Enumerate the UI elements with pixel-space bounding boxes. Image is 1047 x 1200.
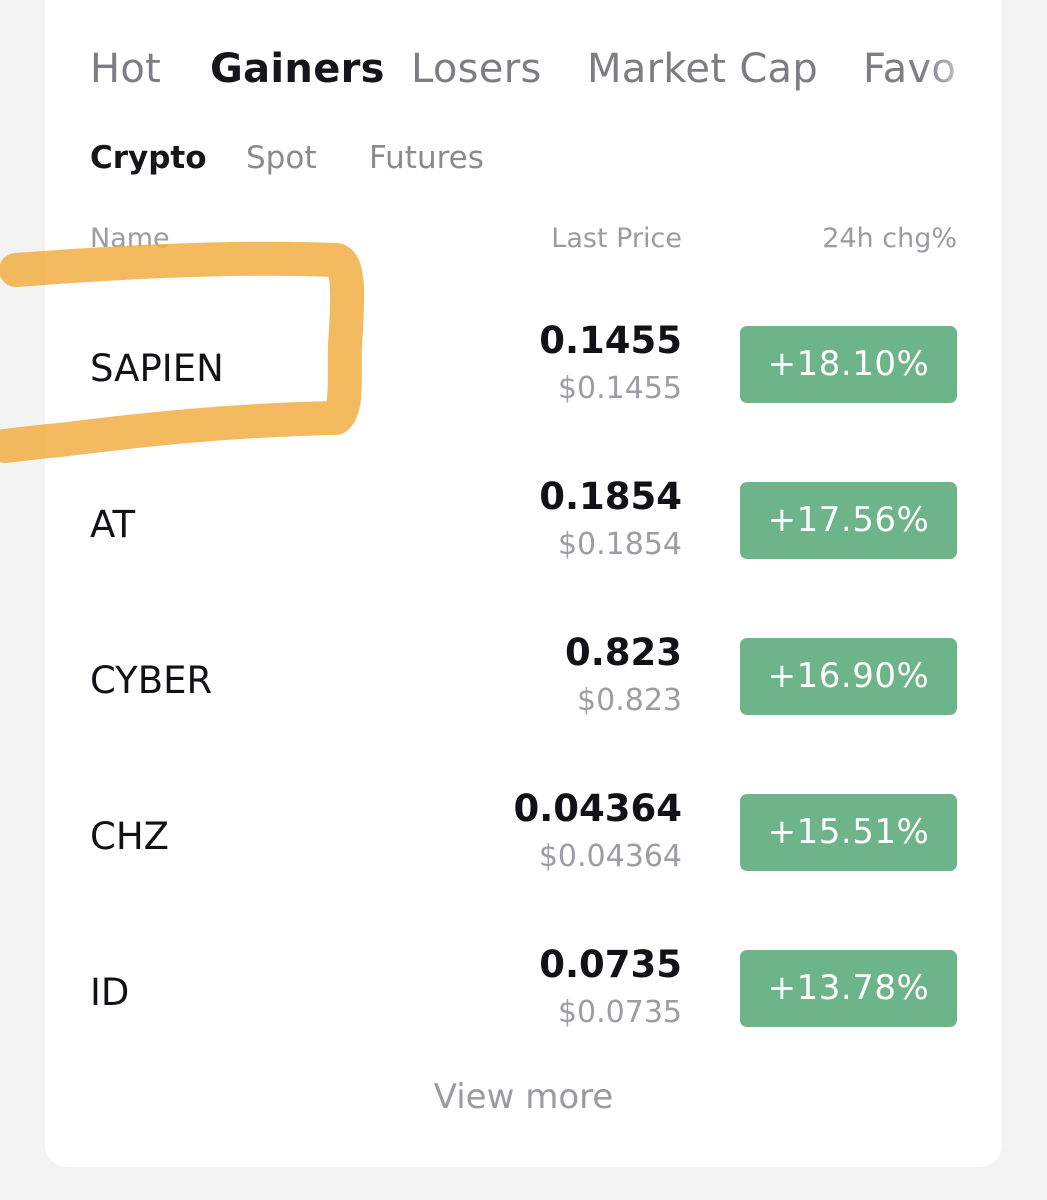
- column-header-24h-change[interactable]: 24h chg%: [822, 220, 957, 258]
- view-more-link[interactable]: View more: [45, 1073, 1002, 1121]
- subtab-futures[interactable]: Futures: [369, 136, 484, 180]
- row-usd-price: $0.04364: [538, 839, 682, 874]
- market-row-at[interactable]: AT 0.1854 $0.1854 +17.56%: [45, 466, 1002, 622]
- row-last-price: 0.1854: [539, 475, 682, 518]
- row-usd-price: $0.0735: [557, 995, 682, 1030]
- subtab-crypto[interactable]: Crypto: [90, 136, 207, 180]
- market-row-chz[interactable]: CHZ 0.04364 $0.04364 +15.51%: [45, 778, 1002, 934]
- row-symbol: SAPIEN: [90, 347, 224, 390]
- row-usd-price: $0.823: [577, 683, 682, 718]
- tab-losers[interactable]: Losers: [411, 40, 542, 98]
- row-last-price: 0.04364: [513, 787, 682, 830]
- market-tabs: Hot Gainers Losers Market Cap Favo: [45, 40, 957, 100]
- row-symbol: AT: [90, 503, 136, 546]
- row-symbol: CYBER: [90, 659, 213, 702]
- column-header-name: Name: [90, 223, 170, 254]
- subtab-spot[interactable]: Spot: [246, 136, 316, 180]
- row-usd-price: $0.1455: [557, 371, 682, 406]
- row-usd-price: $0.1854: [557, 527, 682, 562]
- row-symbol: ID: [90, 971, 130, 1014]
- row-last-price: 0.1455: [539, 319, 682, 362]
- row-change-badge[interactable]: +15.51%: [740, 794, 957, 871]
- tab-gainers[interactable]: Gainers: [210, 40, 385, 98]
- column-header-last-price[interactable]: Last Price: [551, 220, 682, 258]
- tabs-fade-overlay: [922, 40, 1002, 100]
- row-change-badge[interactable]: +17.56%: [740, 482, 957, 559]
- tab-hot[interactable]: Hot: [90, 40, 161, 98]
- row-symbol: CHZ: [90, 815, 170, 858]
- market-card: Hot Gainers Losers Market Cap Favo Crypt…: [45, 0, 1002, 1167]
- market-row-cyber[interactable]: CYBER 0.823 $0.823 +16.90%: [45, 622, 1002, 778]
- row-change-badge[interactable]: +16.90%: [740, 638, 957, 715]
- row-change-badge[interactable]: +13.78%: [740, 950, 957, 1027]
- market-row-sapien[interactable]: SAPIEN 0.1455 $0.1455 +18.10%: [45, 310, 1002, 466]
- row-last-price: 0.823: [564, 631, 682, 674]
- row-change-badge[interactable]: +18.10%: [740, 326, 957, 403]
- row-last-price: 0.0735: [539, 943, 682, 986]
- tab-market-cap[interactable]: Market Cap: [587, 40, 818, 98]
- market-row-id[interactable]: ID 0.0735 $0.0735 +13.78%: [45, 934, 1002, 1090]
